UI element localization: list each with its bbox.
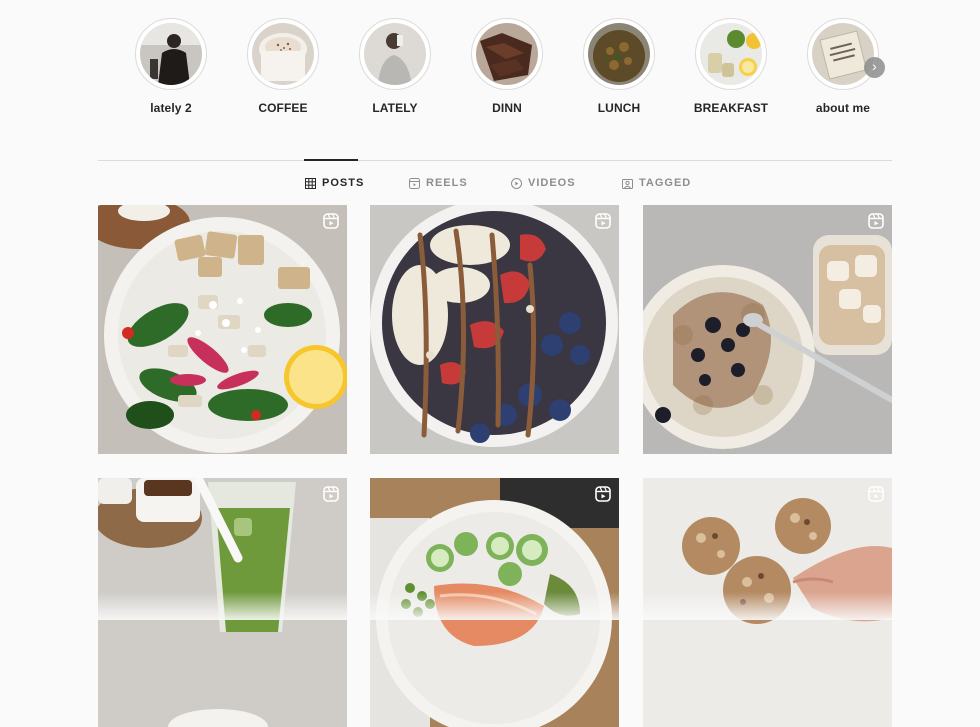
- highlight-lately[interactable]: LATELY: [345, 18, 445, 115]
- tab-posts[interactable]: POSTS: [305, 177, 364, 189]
- highlight-cover-ring: [583, 18, 655, 90]
- highlight-cover-image: [588, 23, 650, 85]
- highlight-cover-ring: [471, 18, 543, 90]
- grid-icon: [305, 177, 316, 189]
- highlight-lunch[interactable]: LUNCH: [569, 18, 669, 115]
- post-image: [98, 205, 347, 454]
- highlight-cover-image: [364, 23, 426, 85]
- highlight-label: LUNCH: [597, 101, 641, 115]
- bottom-fade: [0, 592, 980, 620]
- highlight-cover-image: [476, 23, 538, 85]
- post-salad[interactable]: [98, 205, 347, 454]
- reel-icon: [595, 213, 611, 229]
- reel-icon: [868, 486, 884, 502]
- reel-icon: [868, 213, 884, 229]
- post-image: [370, 205, 619, 454]
- tab-label: TAGGED: [639, 177, 692, 189]
- highlight-label: lately 2: [150, 101, 192, 115]
- tagged-icon: [622, 178, 633, 189]
- tab-label: REELS: [426, 177, 468, 189]
- highlight-cover-image: [252, 23, 314, 85]
- highlight-cover-ring: [807, 18, 879, 90]
- reel-icon: [595, 486, 611, 502]
- reels-icon: [409, 177, 420, 189]
- highlight-cover-image: [812, 23, 874, 85]
- highlight-label: COFFEE: [258, 101, 308, 115]
- highlight-cover-ring: [359, 18, 431, 90]
- highlight-breakfast[interactable]: BREAKFAST: [681, 18, 781, 115]
- active-tab-indicator: [304, 159, 358, 161]
- highlight-label: about me: [815, 101, 871, 115]
- play-icon: [511, 177, 522, 189]
- post-oatmeal[interactable]: [643, 205, 892, 454]
- post-smoothie-bowl[interactable]: [370, 205, 619, 454]
- post-image: [643, 205, 892, 454]
- highlight-label: DINN: [492, 101, 522, 115]
- highlight-label: LATELY: [372, 101, 418, 115]
- tab-label: VIDEOS: [528, 177, 576, 189]
- highlight-cover-image: [140, 23, 202, 85]
- highlight-dinn[interactable]: DINN: [457, 18, 557, 115]
- tab-reels[interactable]: REELS: [409, 177, 468, 189]
- reel-icon: [323, 486, 339, 502]
- tab-videos[interactable]: VIDEOS: [511, 177, 576, 189]
- highlight-cover-ring: [695, 18, 767, 90]
- tabs-divider: [98, 160, 892, 161]
- tab-tagged[interactable]: TAGGED: [622, 177, 691, 189]
- highlight-coffee[interactable]: COFFEE: [233, 18, 333, 115]
- highlight-cover-image: [700, 23, 762, 85]
- reel-icon: [323, 213, 339, 229]
- highlight-cover-ring: [135, 18, 207, 90]
- highlight-label: BREAKFAST: [693, 101, 769, 115]
- chevron-right-icon[interactable]: ›: [864, 57, 885, 78]
- highlight-lately-2[interactable]: lately 2: [121, 18, 221, 115]
- tab-label: POSTS: [322, 177, 365, 189]
- highlight-cover-ring: [247, 18, 319, 90]
- story-highlights: lately 2 COFFEE LATELY DINN LUNCH BREAKF…: [0, 0, 980, 130]
